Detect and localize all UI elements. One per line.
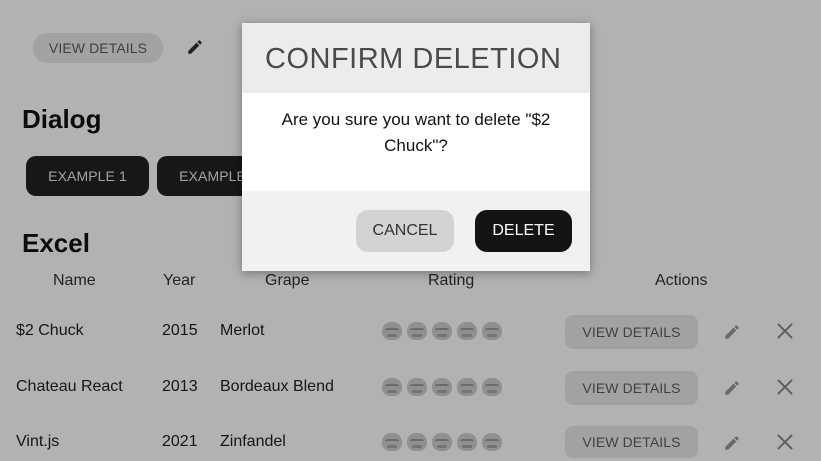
app-page: VIEW DETAILS Dialog EXAMPLE 1 EXAMPLE 2 … [0, 0, 821, 461]
confirm-deletion-dialog: CONFIRM DELETION Are you sure you want t… [242, 23, 590, 271]
dialog-header: CONFIRM DELETION [242, 23, 590, 93]
delete-button[interactable]: DELETE [475, 210, 572, 252]
dialog-title: CONFIRM DELETION [265, 43, 562, 75]
dialog-message: Are you sure you want to delete "$2 Chuc… [281, 110, 551, 155]
cancel-button[interactable]: CANCEL [356, 210, 454, 252]
dialog-footer: CANCEL DELETE [242, 191, 590, 271]
